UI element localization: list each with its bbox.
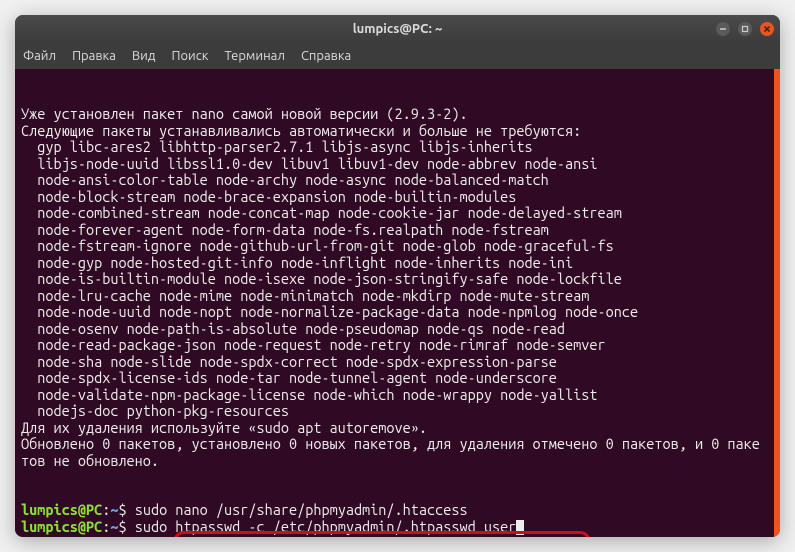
- terminal-line: node-ansi-color-table node-archy node-as…: [21, 172, 768, 189]
- terminal-prompts: lumpics@PC:~$ sudo nano /usr/share/phpmy…: [21, 502, 768, 535]
- command-text: sudo htpasswd -c /etc/phpmyadmin/.htpass…: [135, 518, 517, 535]
- menu-terminal[interactable]: Терминал: [224, 49, 284, 63]
- terminal-line: node-osenv node-path-is-absolute node-ps…: [21, 321, 768, 338]
- terminal-line: node-gyp node-hosted-git-info node-infli…: [21, 255, 768, 272]
- menu-edit[interactable]: Правка: [72, 49, 116, 63]
- titlebar: lumpics@PC: ~: [15, 15, 780, 43]
- prompt-line: lumpics@PC:~$ sudo nano /usr/share/phpmy…: [21, 502, 768, 519]
- minimize-button[interactable]: [716, 22, 730, 36]
- window-title: lumpics@PC: ~: [353, 22, 443, 36]
- terminal-line: libjs-node-uuid libssl1.0-dev libuv1 lib…: [21, 156, 768, 173]
- terminal-line: node-fstream-ignore node-github-url-from…: [21, 238, 768, 255]
- terminal-line: gyp libc-ares2 libhttp-parser2.7.1 libjs…: [21, 139, 768, 156]
- terminal-line: node-node-uuid node-nopt node-normalize-…: [21, 304, 768, 321]
- terminal-line: node-block-stream node-brace-expansion n…: [21, 189, 768, 206]
- terminal-line: node-combined-stream node-concat-map nod…: [21, 205, 768, 222]
- terminal-line: Уже установлен пакет nano самой новой ве…: [21, 106, 768, 123]
- prompt-user: lumpics@PC: [21, 501, 102, 518]
- menu-view[interactable]: Вид: [132, 49, 156, 63]
- terminal-line: node-spdx-license-ids node-tar node-tunn…: [21, 370, 768, 387]
- terminal-line: Обновлено 0 пакетов, установлено 0 новых…: [21, 436, 768, 469]
- cursor: [516, 520, 524, 535]
- terminal-line: node-lru-cache node-mime node-minimatch …: [21, 288, 768, 305]
- command-text: sudo nano /usr/share/phpmyadmin/.htacces…: [135, 501, 468, 518]
- terminal-line: node-forever-agent node-form-data node-f…: [21, 222, 768, 239]
- menu-help[interactable]: Справка: [301, 49, 351, 63]
- maximize-button[interactable]: [738, 22, 752, 36]
- terminal-window: lumpics@PC: ~ Файл Правка Вид Поиск Терм…: [15, 15, 780, 537]
- menubar: Файл Правка Вид Поиск Терминал Справка: [15, 43, 780, 69]
- terminal-body[interactable]: Уже установлен пакет nano самой новой ве…: [15, 69, 780, 537]
- close-button[interactable]: [760, 22, 774, 36]
- window-controls: [716, 22, 774, 36]
- prompt-dollar: $: [118, 518, 134, 535]
- prompt-user: lumpics@PC: [21, 518, 102, 535]
- terminal-line: Для их удаления используйте «sudo apt au…: [21, 420, 768, 437]
- terminal-line: node-is-builtin-module node-isexe node-j…: [21, 271, 768, 288]
- menu-file[interactable]: Файл: [23, 49, 56, 63]
- terminal-line: Следующие пакеты устанавливались автомат…: [21, 123, 768, 140]
- menu-search[interactable]: Поиск: [171, 49, 208, 63]
- terminal-line: nodejs-doc python-pkg-resources: [21, 403, 768, 420]
- prompt-dollar: $: [118, 501, 134, 518]
- prompt-line: lumpics@PC:~$ sudo htpasswd -c /etc/phpm…: [21, 519, 768, 536]
- terminal-output: Уже установлен пакет nano самой новой ве…: [21, 106, 768, 469]
- terminal-line: node-read-package-json node-request node…: [21, 337, 768, 354]
- terminal-line: node-sha node-slide node-spdx-correct no…: [21, 354, 768, 371]
- terminal-line: node-validate-npm-package-license node-w…: [21, 387, 768, 404]
